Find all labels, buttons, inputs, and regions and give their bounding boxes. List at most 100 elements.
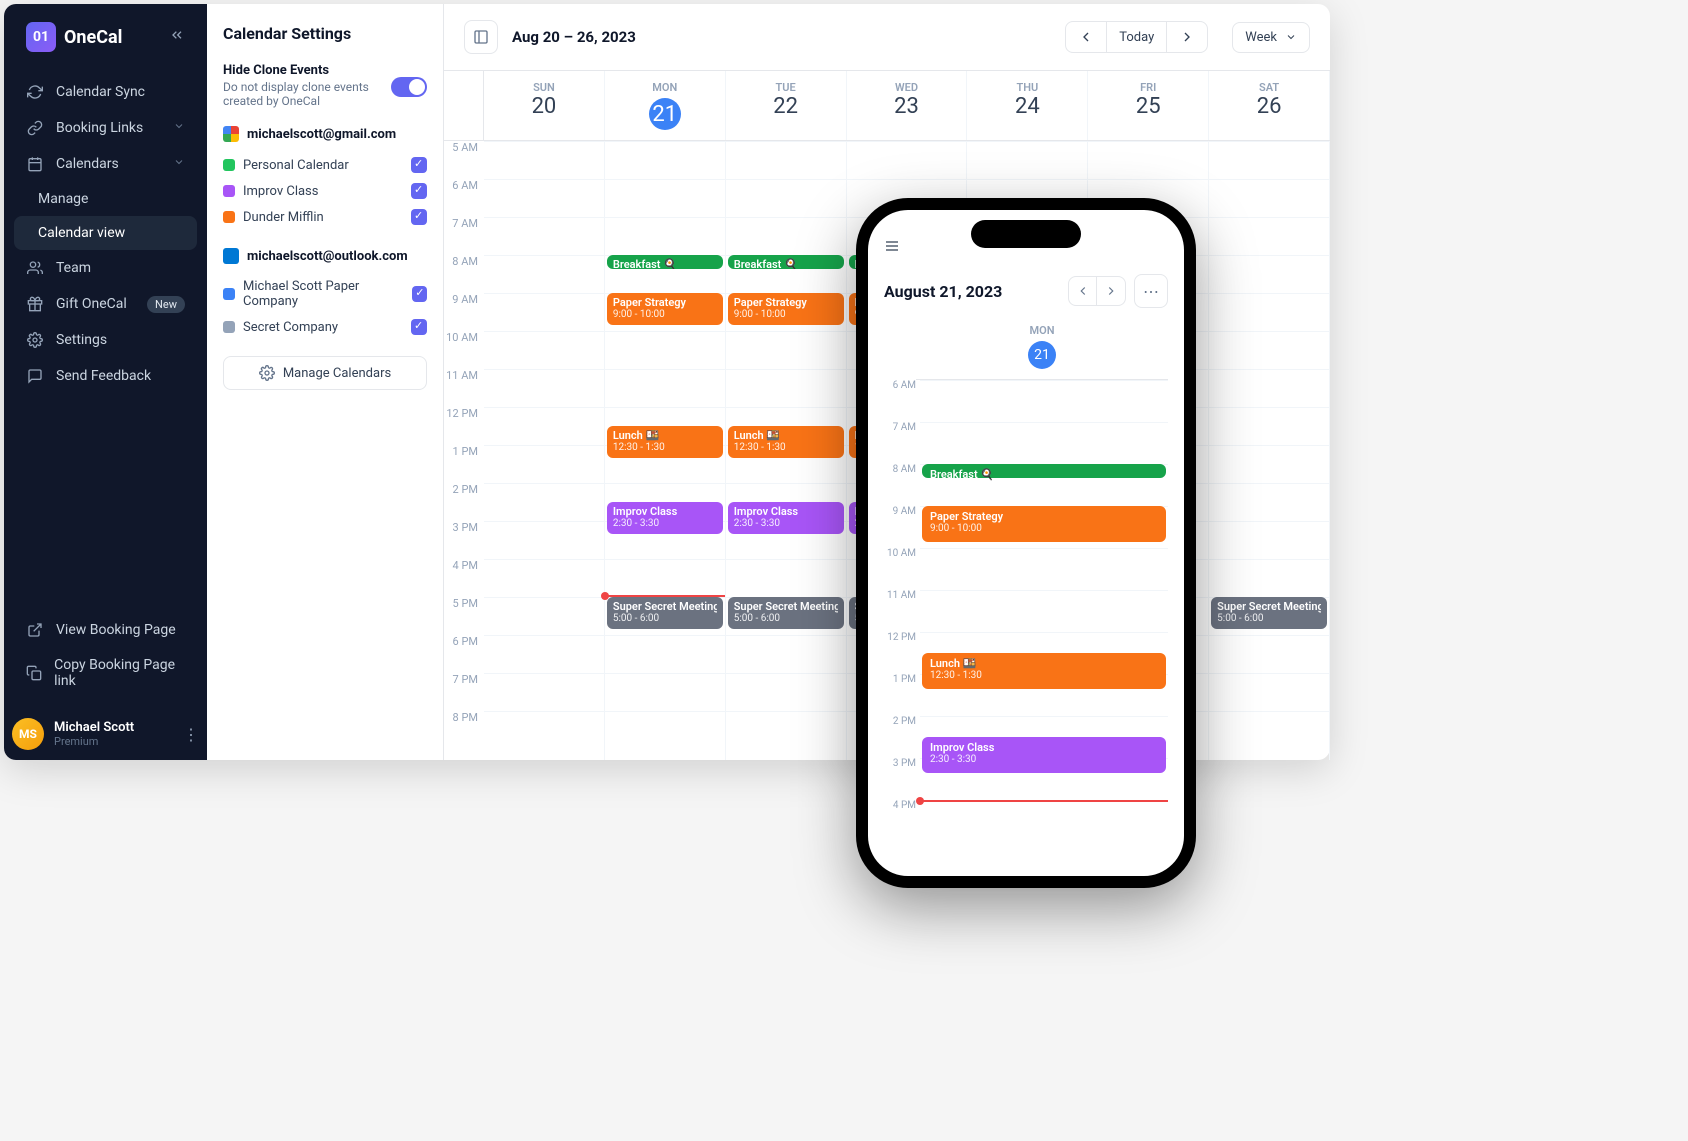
- collapse-sidebar-icon[interactable]: [169, 27, 185, 47]
- sidebar-bottom: View Booking PageCopy Booking Page link: [4, 602, 207, 708]
- hour-label: 12 PM: [444, 407, 484, 445]
- event[interactable]: Lunch 🍱12:30 - 1:30: [607, 426, 723, 458]
- sidebar-item-gift-onecal[interactable]: Gift OneCalNew: [14, 286, 197, 322]
- sidebar-item-calendar-sync[interactable]: Calendar Sync: [14, 74, 197, 110]
- calendar-checkbox[interactable]: [411, 183, 427, 199]
- day-header[interactable]: SUN20: [484, 71, 605, 140]
- calendar-row: Michael Scott Paper Company: [223, 274, 427, 314]
- event[interactable]: Super Secret Meeting5:00 - 6:00: [607, 597, 723, 629]
- event[interactable]: Breakfast 🍳: [728, 255, 844, 269]
- gear-icon: [259, 365, 275, 381]
- hour-label: 3 PM: [444, 521, 484, 559]
- sidebar-item-calendars[interactable]: Calendars: [14, 146, 197, 182]
- day-column[interactable]: Super Secret Meeting5:00 - 6:00: [1209, 141, 1330, 760]
- today-button[interactable]: Today: [1107, 22, 1167, 52]
- calendar-icon: [26, 155, 44, 173]
- calendar-checkbox[interactable]: [411, 319, 427, 335]
- calendar-settings-panel: Calendar Settings Hide Clone Events Do n…: [207, 4, 444, 760]
- phone-next-button[interactable]: [1097, 277, 1125, 305]
- calendar-swatch: [223, 288, 235, 300]
- logo: 01 OneCal: [26, 22, 122, 52]
- gift-icon: [26, 295, 44, 313]
- day-header[interactable]: TUE22: [726, 71, 847, 140]
- calendar-checkbox[interactable]: [412, 286, 427, 302]
- phone-prev-button[interactable]: [1069, 277, 1097, 305]
- event[interactable]: Super Secret Meeting5:00 - 6:00: [1211, 597, 1327, 629]
- sidebar-item-booking-links[interactable]: Booking Links: [14, 110, 197, 146]
- hour-label: 12 PM: [884, 632, 920, 674]
- hour-label: 8 AM: [444, 255, 484, 293]
- sidebar-item-settings[interactable]: Settings: [14, 322, 197, 358]
- manage-calendars-button[interactable]: Manage Calendars: [223, 356, 427, 390]
- event[interactable]: Improv Class2:30 - 3:30: [728, 502, 844, 534]
- sidebar-item-label: Team: [56, 260, 91, 276]
- day-header[interactable]: MON21: [605, 71, 726, 140]
- day-column[interactable]: [484, 141, 605, 760]
- settings-title: Calendar Settings: [223, 24, 427, 43]
- sidebar-view-booking-page[interactable]: View Booking Page: [14, 612, 197, 648]
- users-icon: [26, 259, 44, 277]
- day-header[interactable]: FRI25: [1088, 71, 1209, 140]
- day-header[interactable]: THU24: [967, 71, 1088, 140]
- event[interactable]: Lunch 🍱12:30 - 1:30: [728, 426, 844, 458]
- sidebar-item-team[interactable]: Team: [14, 250, 197, 286]
- calendar-swatch: [223, 185, 235, 197]
- prev-button[interactable]: [1066, 22, 1107, 52]
- calendar-row: Improv Class: [223, 178, 427, 204]
- phone-date: August 21, 2023: [884, 282, 1002, 301]
- user-menu-icon[interactable]: ⋮: [183, 725, 199, 744]
- hide-clone-title: Hide Clone Events: [223, 63, 381, 78]
- hour-label: 7 PM: [444, 673, 484, 711]
- sync-icon: [26, 83, 44, 101]
- calendar-row: Secret Company: [223, 314, 427, 340]
- sidebar-item-label: Calendar Sync: [56, 84, 145, 100]
- hide-clone-toggle[interactable]: [391, 77, 427, 97]
- sidebar-item-manage[interactable]: Manage: [14, 182, 197, 216]
- user-name: Michael Scott: [54, 720, 134, 735]
- phone-more-button[interactable]: ⋯: [1134, 274, 1168, 308]
- hamburger-icon[interactable]: [884, 238, 900, 258]
- day-column[interactable]: Breakfast 🍳 Paper Strategy9:00 - 10:00 Lun…: [605, 141, 726, 760]
- next-button[interactable]: [1167, 22, 1207, 52]
- event[interactable]: Super Secret Meeting5:00 - 6:00: [728, 597, 844, 629]
- hour-label: 10 AM: [884, 548, 920, 590]
- sidebar-item-calendar-view[interactable]: Calendar view: [14, 216, 197, 250]
- event[interactable]: Breakfast 🍳: [607, 255, 723, 269]
- sidebar-item-label: Booking Links: [56, 120, 143, 136]
- day-header[interactable]: SAT26: [1209, 71, 1330, 140]
- day-header[interactable]: WED23: [847, 71, 968, 140]
- chat-icon: [26, 367, 44, 385]
- sidebar-item-send-feedback[interactable]: Send Feedback: [14, 358, 197, 394]
- calendar-checkbox[interactable]: [411, 209, 427, 225]
- hour-label: 3 PM: [884, 758, 920, 800]
- view-selector[interactable]: Week: [1232, 22, 1310, 53]
- calendar-name: Improv Class: [243, 184, 318, 199]
- hour-label: 2 PM: [444, 483, 484, 521]
- calendar-swatch: [223, 211, 235, 223]
- event[interactable]: Paper Strategy9:00 - 10:00: [728, 293, 844, 325]
- hour-label: 8 PM: [444, 711, 484, 749]
- toggle-sidebar-button[interactable]: [464, 20, 498, 54]
- sidebar-user[interactable]: MS Michael Scott Premium ⋮: [4, 708, 207, 760]
- event[interactable]: Breakfast 🍳: [922, 464, 1166, 478]
- event[interactable]: Improv Class2:30 - 3:30: [922, 737, 1166, 773]
- now-indicator: [920, 800, 1168, 802]
- hour-label: 7 AM: [884, 422, 920, 464]
- hour-label: 11 AM: [444, 369, 484, 407]
- hour-label: 1 PM: [884, 674, 920, 716]
- day-column[interactable]: Breakfast 🍳 Paper Strategy9:00 - 10:00 Lun…: [726, 141, 847, 760]
- calendar-checkbox[interactable]: [411, 157, 427, 173]
- event[interactable]: Paper Strategy9:00 - 10:00: [607, 293, 723, 325]
- manage-calendars-label: Manage Calendars: [283, 366, 391, 381]
- sidebar-item-label: Send Feedback: [56, 368, 151, 384]
- sidebar-copy-booking-page-link[interactable]: Copy Booking Page link: [14, 648, 197, 698]
- link-icon: [26, 119, 44, 137]
- event[interactable]: Paper Strategy9:00 - 10:00: [922, 506, 1166, 542]
- hour-label: 5 AM: [444, 141, 484, 179]
- event[interactable]: Improv Class2:30 - 3:30: [607, 502, 723, 534]
- hour-label: 11 AM: [884, 590, 920, 632]
- avatar: MS: [12, 718, 44, 750]
- calendar-swatch: [223, 159, 235, 171]
- event[interactable]: Lunch 🍱12:30 - 1:30: [922, 653, 1166, 689]
- phone-notch: [971, 220, 1081, 248]
